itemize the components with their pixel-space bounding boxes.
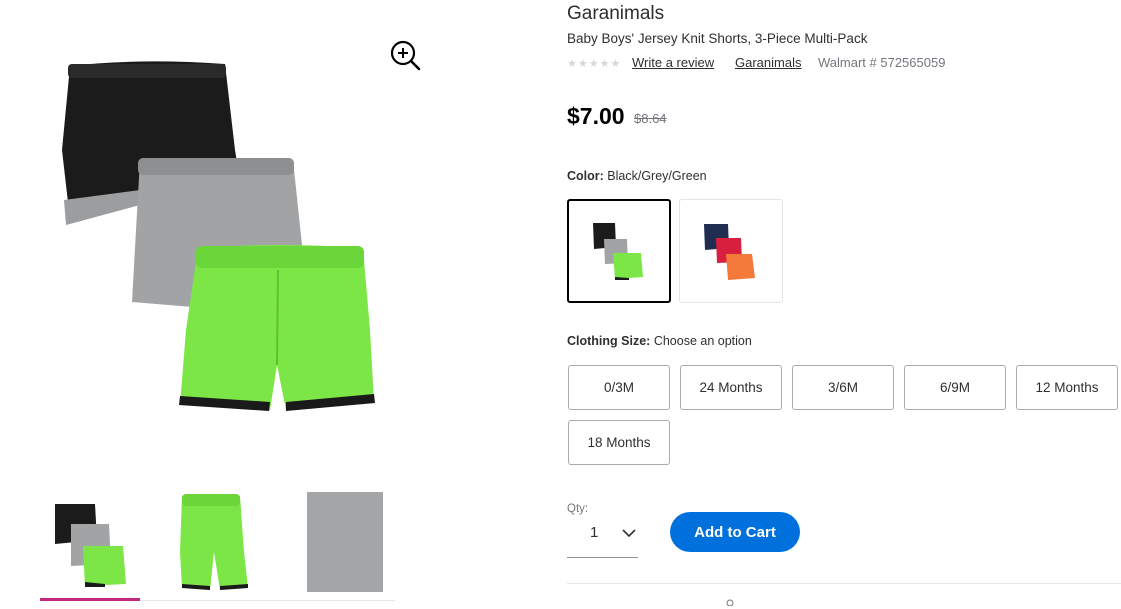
- color-label: Color: Black/Grey/Green: [567, 169, 707, 183]
- size-option-18-months[interactable]: 18 Months: [568, 420, 670, 465]
- thumbnail-2[interactable]: [178, 492, 256, 592]
- size-option-24-months[interactable]: 24 Months: [680, 365, 782, 410]
- brand-link[interactable]: Garanimals: [735, 55, 801, 70]
- color-swatch-black-grey-green[interactable]: [567, 199, 671, 303]
- green-shorts: [179, 245, 375, 411]
- size-option-0-3m[interactable]: 0/3M: [568, 365, 670, 410]
- size-option-3-6m[interactable]: 3/6M: [792, 365, 894, 410]
- divider: [567, 583, 1121, 584]
- current-price: $7.00: [567, 103, 625, 129]
- size-option-6-9m[interactable]: 6/9M: [904, 365, 1006, 410]
- quantity-label: Qty:: [567, 503, 589, 515]
- thumbnail-1[interactable]: [51, 492, 129, 592]
- zoom-icon[interactable]: [388, 38, 422, 72]
- quantity-value: 1: [590, 524, 599, 541]
- add-to-cart-button[interactable]: Add to Cart: [670, 512, 800, 552]
- quantity-select[interactable]: 1: [567, 515, 638, 558]
- thumbnail-3[interactable]: [305, 492, 383, 592]
- chevron-down-icon: [622, 529, 636, 538]
- size-label-title: Clothing Size:: [567, 334, 651, 348]
- color-swatch-navy-red-orange[interactable]: [679, 199, 783, 303]
- was-price: $8.64: [634, 111, 667, 126]
- size-option-12-months[interactable]: 12 Months: [1016, 365, 1118, 410]
- write-review-link[interactable]: Write a review: [632, 55, 714, 70]
- color-value: Black/Grey/Green: [607, 169, 707, 183]
- partial-icon: [725, 598, 735, 609]
- item-number: Walmart # 572565059: [818, 55, 946, 70]
- divider: [140, 600, 395, 601]
- rating-stars: ★★★★★: [567, 58, 622, 70]
- size-value: Choose an option: [653, 334, 752, 348]
- color-label-title: Color:: [567, 169, 604, 183]
- product-title: Baby Boys' Jersey Knit Shorts, 3-Piece M…: [567, 31, 868, 46]
- product-main-image: [62, 61, 375, 411]
- brand-name: Garanimals: [567, 3, 665, 24]
- size-label: Clothing Size: Choose an option: [567, 334, 752, 348]
- thumbnail-selected-indicator: [40, 598, 140, 601]
